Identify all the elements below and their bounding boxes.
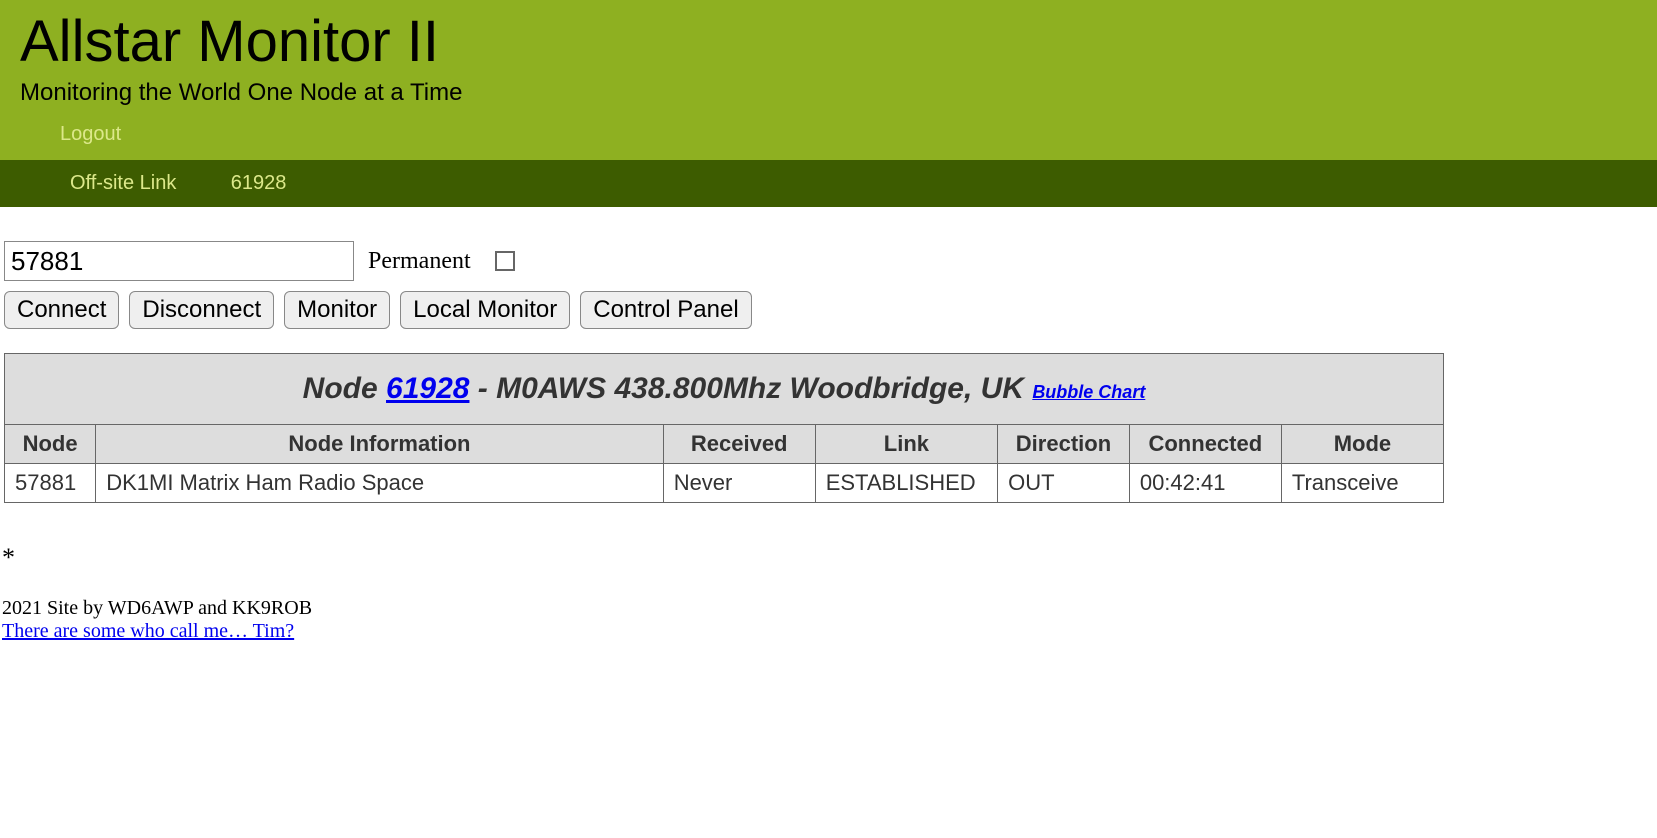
th-direction: Direction bbox=[998, 425, 1130, 464]
input-row: Permanent bbox=[4, 241, 1653, 281]
table-row: 57881 DK1MI Matrix Ham Radio Space Never… bbox=[5, 464, 1444, 503]
connect-button[interactable]: Connect bbox=[4, 291, 119, 329]
footer: 2021 Site by WD6AWP and KK9ROB There are… bbox=[2, 597, 1657, 643]
th-received: Received bbox=[663, 425, 815, 464]
controls-panel: Permanent Connect Disconnect Monitor Loc… bbox=[0, 207, 1657, 339]
cell-link: ESTABLISHED bbox=[815, 464, 997, 503]
local-monitor-button[interactable]: Local Monitor bbox=[400, 291, 570, 329]
cell-direction: OUT bbox=[998, 464, 1130, 503]
bubble-chart-link[interactable]: Bubble Chart bbox=[1032, 382, 1145, 402]
cell-node: 57881 bbox=[5, 464, 96, 503]
title-prefix: Node bbox=[303, 372, 386, 405]
disconnect-button[interactable]: Disconnect bbox=[129, 291, 274, 329]
logout-link[interactable]: Logout bbox=[20, 123, 121, 160]
th-link: Link bbox=[815, 425, 997, 464]
footer-credits: 2021 Site by WD6AWP and KK9ROB bbox=[2, 597, 1657, 620]
table-header-row: Node Node Information Received Link Dire… bbox=[5, 425, 1444, 464]
header: Allstar Monitor II Monitoring the World … bbox=[0, 0, 1657, 160]
asterisk-text: * bbox=[2, 543, 1657, 573]
node-number-link[interactable]: 61928 bbox=[386, 372, 469, 405]
th-mode: Mode bbox=[1281, 425, 1443, 464]
footer-tim-link[interactable]: There are some who call me… Tim? bbox=[2, 620, 294, 642]
cell-connected: 00:42:41 bbox=[1129, 464, 1281, 503]
permanent-label: Permanent bbox=[368, 248, 471, 275]
navbar: Off-site Link 61928 bbox=[0, 160, 1657, 207]
control-panel-button[interactable]: Control Panel bbox=[580, 291, 751, 329]
permanent-checkbox[interactable] bbox=[495, 251, 515, 271]
th-node: Node bbox=[5, 425, 96, 464]
page-title: Allstar Monitor II bbox=[20, 8, 1637, 75]
monitor-button[interactable]: Monitor bbox=[284, 291, 390, 329]
node-number-input[interactable] bbox=[4, 241, 354, 281]
cell-received: Never bbox=[663, 464, 815, 503]
th-info: Node Information bbox=[96, 425, 663, 464]
cell-info: DK1MI Matrix Ham Radio Space bbox=[96, 464, 663, 503]
node-table: Node 61928 - M0AWS 438.800Mhz Woodbridge… bbox=[4, 353, 1444, 503]
th-connected: Connected bbox=[1129, 425, 1281, 464]
button-row: Connect Disconnect Monitor Local Monitor… bbox=[4, 291, 1653, 329]
nav-node-link[interactable]: 61928 bbox=[231, 172, 287, 194]
title-suffix: - M0AWS 438.800Mhz Woodbridge, UK bbox=[469, 372, 1032, 405]
cell-mode: Transceive bbox=[1281, 464, 1443, 503]
page-subtitle: Monitoring the World One Node at a Time bbox=[20, 79, 1637, 107]
table-title: Node 61928 - M0AWS 438.800Mhz Woodbridge… bbox=[5, 354, 1444, 425]
nav-offsite-link[interactable]: Off-site Link bbox=[70, 172, 176, 194]
